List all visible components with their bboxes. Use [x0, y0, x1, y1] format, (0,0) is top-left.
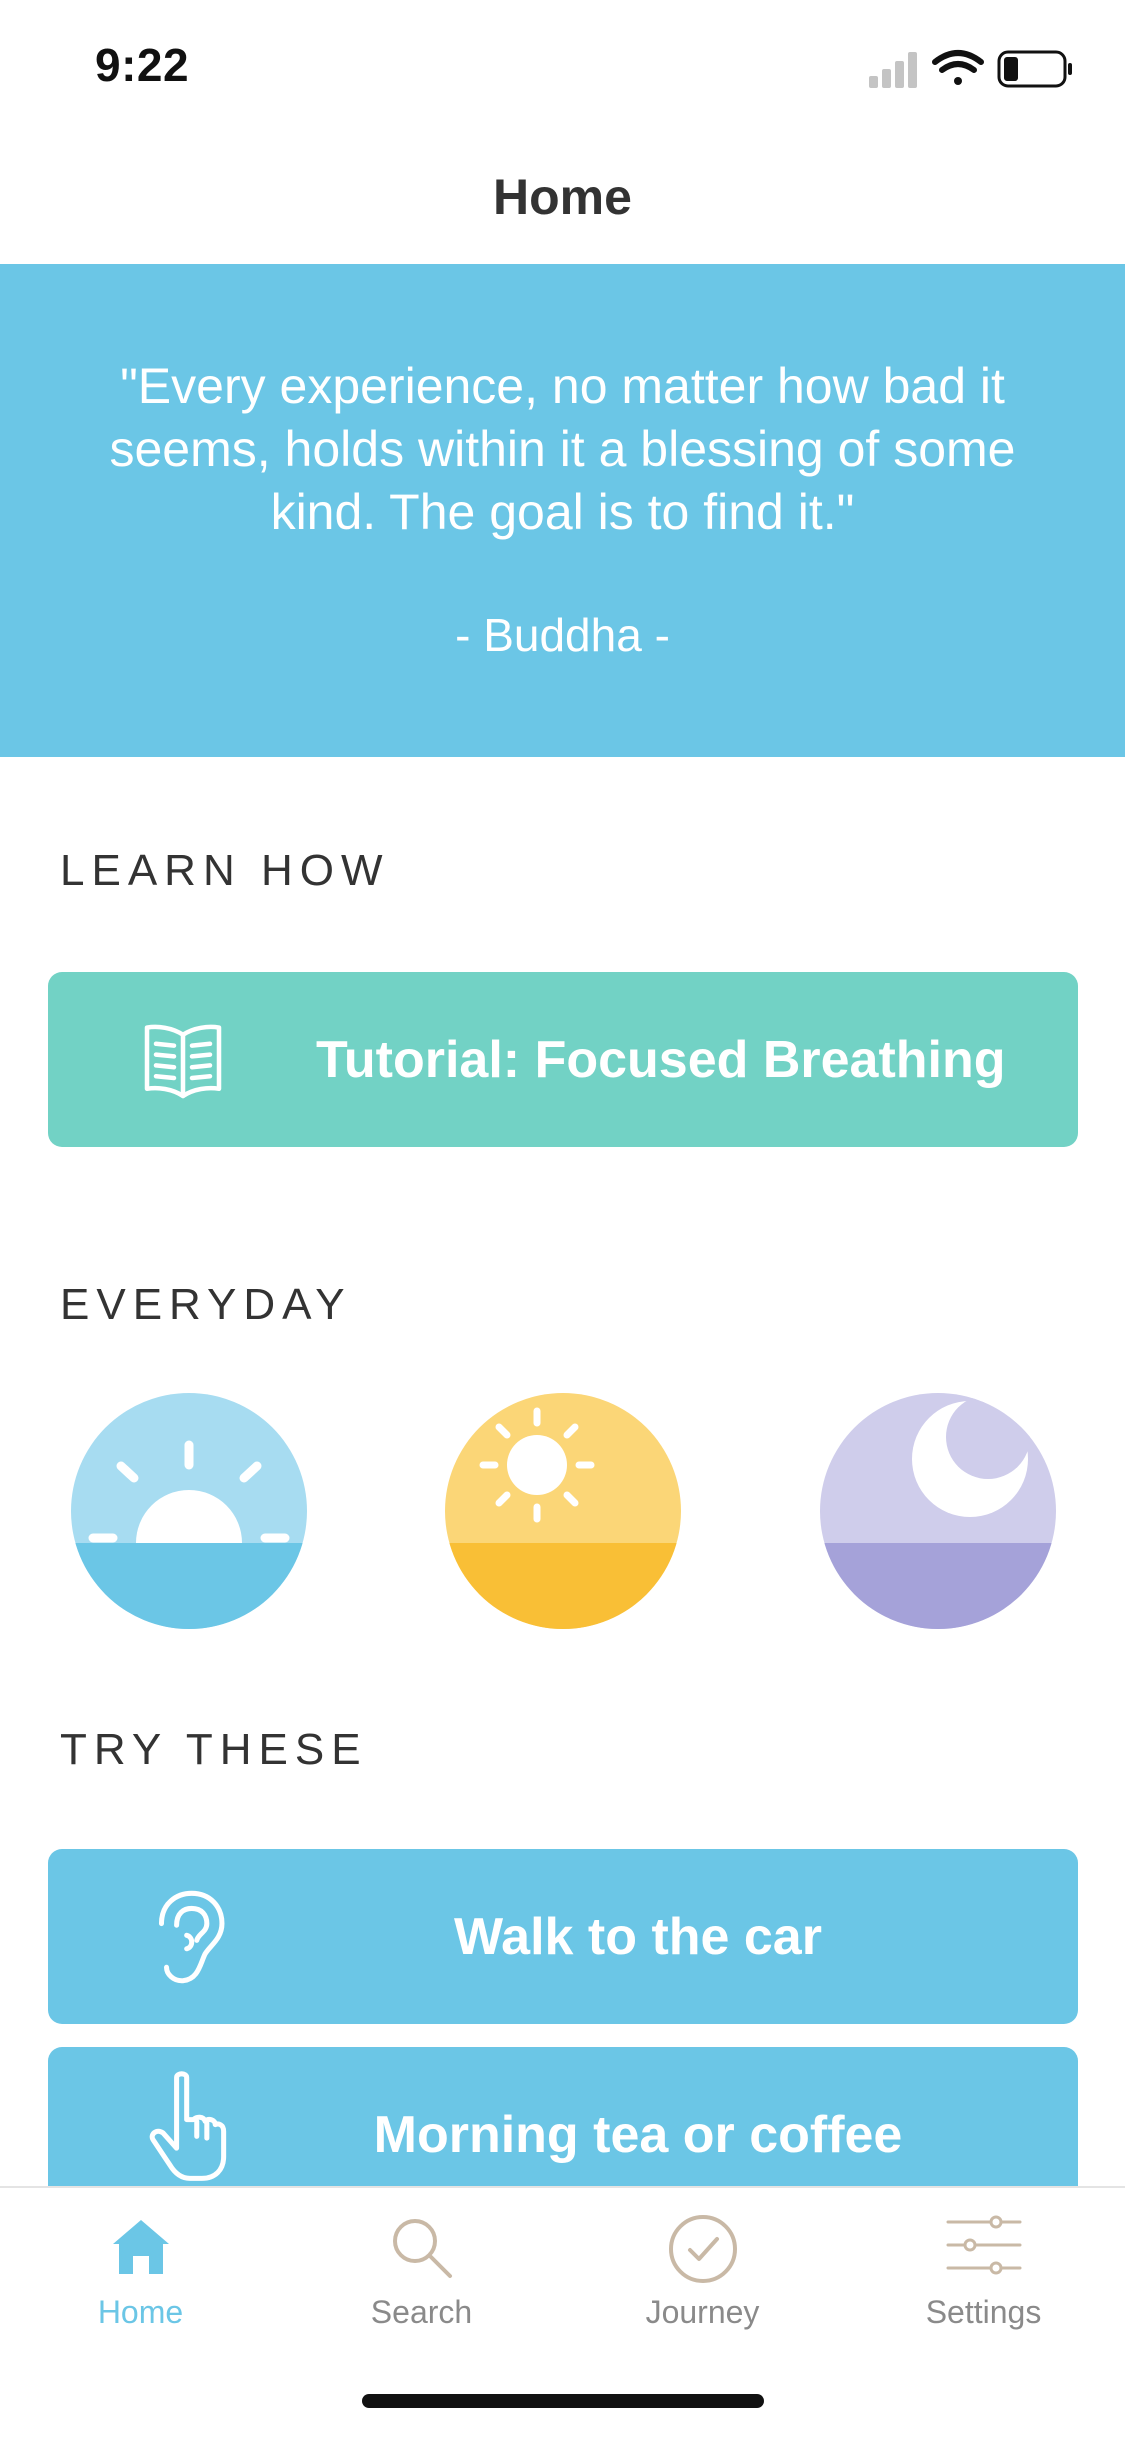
tab-settings[interactable]: Settings — [843, 2188, 1124, 2348]
quote-author: - Buddha - — [455, 609, 670, 661]
status-icons — [869, 48, 1079, 92]
try-item-walk-to-car[interactable]: Walk to the car — [48, 1849, 1078, 2024]
tab-search-label: Search — [370, 2294, 473, 2330]
tab-home-label: Home — [97, 2294, 184, 2330]
try-item-label: Morning tea or coffee — [373, 2105, 903, 2164]
try-item-label: Walk to the car — [454, 1907, 822, 1966]
tab-home[interactable]: Home — [0, 2188, 281, 2348]
home-indicator — [362, 2394, 764, 2408]
sun-icon — [445, 1393, 681, 1629]
home-icon — [112, 2220, 169, 2274]
battery-icon — [997, 50, 1072, 88]
search-icon — [392, 2219, 452, 2278]
sliders-icon — [946, 2215, 1021, 2275]
tab-journey-label: Journey — [645, 2294, 760, 2330]
status-time: 9:22 — [95, 39, 190, 91]
sunrise-icon — [71, 1393, 307, 1629]
tab-search[interactable]: Search — [281, 2188, 562, 2348]
wifi-icon — [932, 50, 984, 85]
everyday-midday-button[interactable] — [445, 1393, 681, 1629]
tutorial-button-label: Tutorial: Focused Breathing — [316, 1030, 1006, 1089]
moon-icon — [820, 1393, 1056, 1629]
quote-text: "Every experience, no matter how bad it … — [109, 358, 1016, 540]
section-heading-learn-how: LEARN HOW — [60, 846, 390, 895]
tab-journey[interactable]: Journey — [562, 2188, 843, 2348]
tab-settings-label: Settings — [925, 2294, 1042, 2330]
signal-icon — [869, 52, 917, 88]
section-heading-everyday: EVERYDAY — [60, 1280, 352, 1329]
book-icon — [144, 1024, 222, 1098]
check-circle-icon — [668, 2215, 737, 2283]
everyday-sunrise-button[interactable] — [71, 1393, 307, 1629]
page-title: Home — [493, 169, 632, 225]
tutorial-button[interactable]: Tutorial: Focused Breathing — [48, 972, 1078, 1147]
section-heading-try-these: TRY THESE — [60, 1725, 368, 1774]
quote-banner: "Every experience, no matter how bad it … — [0, 264, 1125, 757]
everyday-night-button[interactable] — [820, 1393, 1056, 1629]
